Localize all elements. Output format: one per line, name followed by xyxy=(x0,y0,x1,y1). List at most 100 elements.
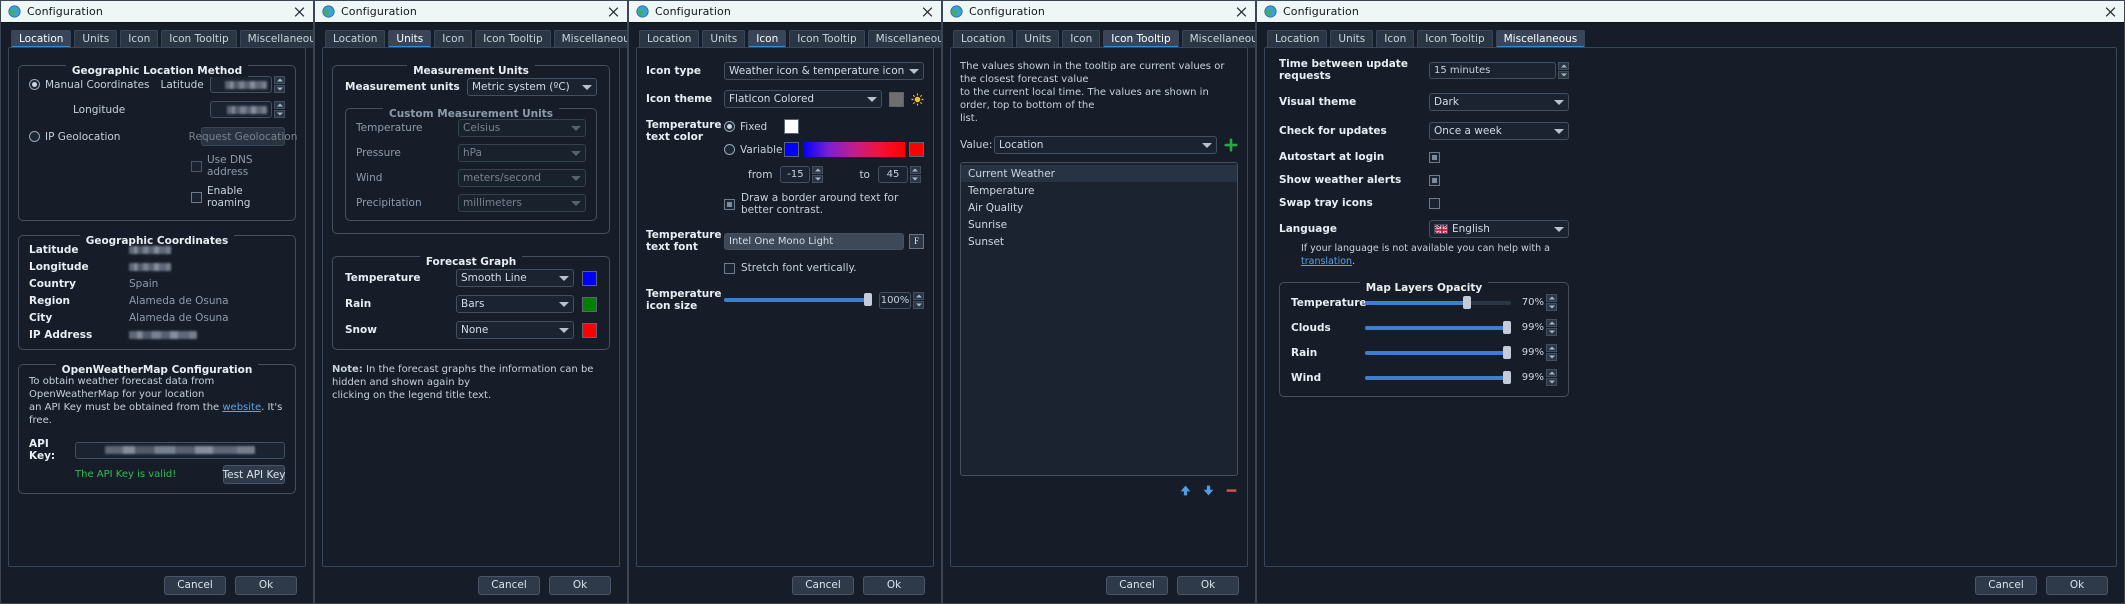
cancel-button[interactable]: Cancel xyxy=(164,575,226,595)
tooltip-values-list[interactable]: Current Weather Temperature Air Quality … xyxy=(960,162,1238,476)
forecast-color-swatch[interactable] xyxy=(582,296,597,312)
temp-icon-size-slider[interactable] xyxy=(724,293,872,307)
icon-theme-background-swatch[interactable] xyxy=(889,91,904,107)
radio-fixed-color[interactable] xyxy=(724,121,735,132)
temp-icon-size-stepper[interactable] xyxy=(913,291,924,309)
close-icon[interactable] xyxy=(607,5,620,18)
tab-units[interactable]: Units xyxy=(702,30,746,48)
close-icon[interactable] xyxy=(2104,5,2117,18)
variable-start-color-swatch[interactable] xyxy=(784,142,799,157)
latitude-input[interactable] xyxy=(210,76,272,93)
checkbox-show-alerts[interactable] xyxy=(1429,174,1440,186)
opacity-stepper[interactable] xyxy=(1546,319,1557,336)
tab-icon-tooltip[interactable]: Icon Tooltip xyxy=(789,30,865,48)
opacity-slider[interactable] xyxy=(1365,320,1511,335)
tab-location[interactable]: Location xyxy=(953,30,1014,48)
tab-miscellaneous[interactable]: Miscellaneous xyxy=(867,30,941,48)
ok-button[interactable]: Ok xyxy=(1177,575,1239,595)
ok-button[interactable]: Ok xyxy=(863,575,925,595)
radio-manual-coordinates[interactable] xyxy=(29,79,40,90)
tab-miscellaneous[interactable]: Miscellaneous xyxy=(239,30,313,48)
tab-units[interactable]: Units xyxy=(1016,30,1060,48)
opacity-slider[interactable] xyxy=(1365,295,1511,310)
custom-unit-select[interactable]: meters/second xyxy=(458,169,586,187)
request-geolocation-button[interactable]: Request Geolocation xyxy=(189,127,297,146)
forecast-color-swatch[interactable] xyxy=(582,322,597,338)
checkbox-draw-border[interactable] xyxy=(724,198,735,210)
opacity-slider[interactable] xyxy=(1365,345,1511,360)
forecast-color-swatch[interactable] xyxy=(582,270,597,286)
range-to-input[interactable]: 45 xyxy=(877,166,908,183)
check-updates-select[interactable]: Once a week xyxy=(1429,122,1569,140)
close-icon[interactable] xyxy=(293,5,306,18)
tab-miscellaneous[interactable]: Miscellaneous xyxy=(553,30,627,48)
list-item[interactable]: Temperature xyxy=(961,182,1237,199)
ok-button[interactable]: Ok xyxy=(549,575,611,595)
tab-icon[interactable]: Icon xyxy=(1376,30,1415,48)
cancel-button[interactable]: Cancel xyxy=(478,575,540,595)
cancel-button[interactable]: Cancel xyxy=(792,575,854,595)
custom-unit-select[interactable]: millimeters xyxy=(458,194,586,212)
variable-end-color-swatch[interactable] xyxy=(909,142,924,157)
radio-variable-color[interactable] xyxy=(724,144,735,155)
checkbox-autostart[interactable] xyxy=(1429,151,1440,163)
update-interval-input[interactable]: 15 minutes xyxy=(1429,61,1556,79)
tab-miscellaneous[interactable]: Miscellaneous xyxy=(1181,30,1255,48)
move-down-icon[interactable] xyxy=(1202,484,1215,497)
range-from-input[interactable]: -15 xyxy=(780,166,811,183)
tab-units[interactable]: Units xyxy=(1330,30,1374,48)
tab-location[interactable]: Location xyxy=(11,30,72,48)
longitude-input[interactable] xyxy=(210,101,272,118)
checkbox-swap-tray[interactable] xyxy=(1429,197,1440,209)
cancel-button[interactable]: Cancel xyxy=(1975,575,2037,595)
custom-unit-select[interactable]: Celsius xyxy=(458,119,586,137)
opacity-stepper[interactable] xyxy=(1546,344,1557,361)
cancel-button[interactable]: Cancel xyxy=(1106,575,1168,595)
add-icon[interactable] xyxy=(1224,138,1238,152)
tab-units[interactable]: Units xyxy=(388,30,432,48)
tab-icon[interactable]: Icon xyxy=(1062,30,1101,48)
ok-button[interactable]: Ok xyxy=(2046,575,2108,595)
tab-icon-tooltip[interactable]: Icon Tooltip xyxy=(475,30,551,48)
radio-ip-geolocation[interactable] xyxy=(29,131,40,142)
list-item[interactable]: Sunrise xyxy=(961,216,1237,233)
close-icon[interactable] xyxy=(1235,5,1248,18)
latitude-stepper[interactable] xyxy=(274,76,285,93)
temp-text-font-input[interactable]: Intel One Mono Light xyxy=(724,232,904,250)
forecast-style-select[interactable]: None xyxy=(456,321,574,339)
website-link[interactable]: website xyxy=(222,402,261,413)
value-select[interactable]: Location xyxy=(994,136,1217,154)
tab-icon-tooltip[interactable]: Icon Tooltip xyxy=(161,30,237,48)
opacity-slider[interactable] xyxy=(1365,370,1511,385)
fixed-color-swatch[interactable] xyxy=(784,119,799,134)
longitude-stepper[interactable] xyxy=(274,101,285,118)
tab-miscellaneous[interactable]: Miscellaneous xyxy=(1495,30,1586,48)
remove-icon[interactable] xyxy=(1225,484,1238,497)
icon-theme-select[interactable]: FlatIcon Colored xyxy=(724,90,882,108)
tab-location[interactable]: Location xyxy=(1267,30,1328,48)
tab-location[interactable]: Location xyxy=(325,30,386,48)
font-picker-icon[interactable]: F xyxy=(909,233,924,249)
tab-units[interactable]: Units xyxy=(74,30,118,48)
update-interval-stepper[interactable] xyxy=(1558,61,1569,79)
checkbox-enable-roaming[interactable] xyxy=(191,191,202,203)
opacity-stepper[interactable] xyxy=(1546,294,1557,311)
checkbox-use-dns[interactable] xyxy=(191,160,202,172)
sun-icon[interactable] xyxy=(911,92,924,106)
ok-button[interactable]: Ok xyxy=(235,575,297,595)
icon-type-select[interactable]: Weather icon & temperature icon xyxy=(724,62,924,80)
move-up-icon[interactable] xyxy=(1179,484,1192,497)
range-to-stepper[interactable] xyxy=(909,166,921,183)
measurement-units-select[interactable]: Metric system (ºC) xyxy=(467,78,597,96)
tab-location[interactable]: Location xyxy=(639,30,700,48)
test-api-key-button[interactable]: Test API Key xyxy=(223,465,286,484)
list-item[interactable]: Sunset xyxy=(961,233,1237,250)
checkbox-stretch-font[interactable] xyxy=(724,262,735,274)
language-select[interactable]: English xyxy=(1429,220,1569,238)
visual-theme-select[interactable]: Dark xyxy=(1429,93,1569,111)
tab-icon[interactable]: Icon xyxy=(434,30,473,48)
list-item[interactable]: Air Quality xyxy=(961,199,1237,216)
list-item[interactable]: Current Weather xyxy=(961,165,1237,182)
tab-icon[interactable]: Icon xyxy=(120,30,159,48)
forecast-style-select[interactable]: Smooth Line xyxy=(456,269,574,287)
